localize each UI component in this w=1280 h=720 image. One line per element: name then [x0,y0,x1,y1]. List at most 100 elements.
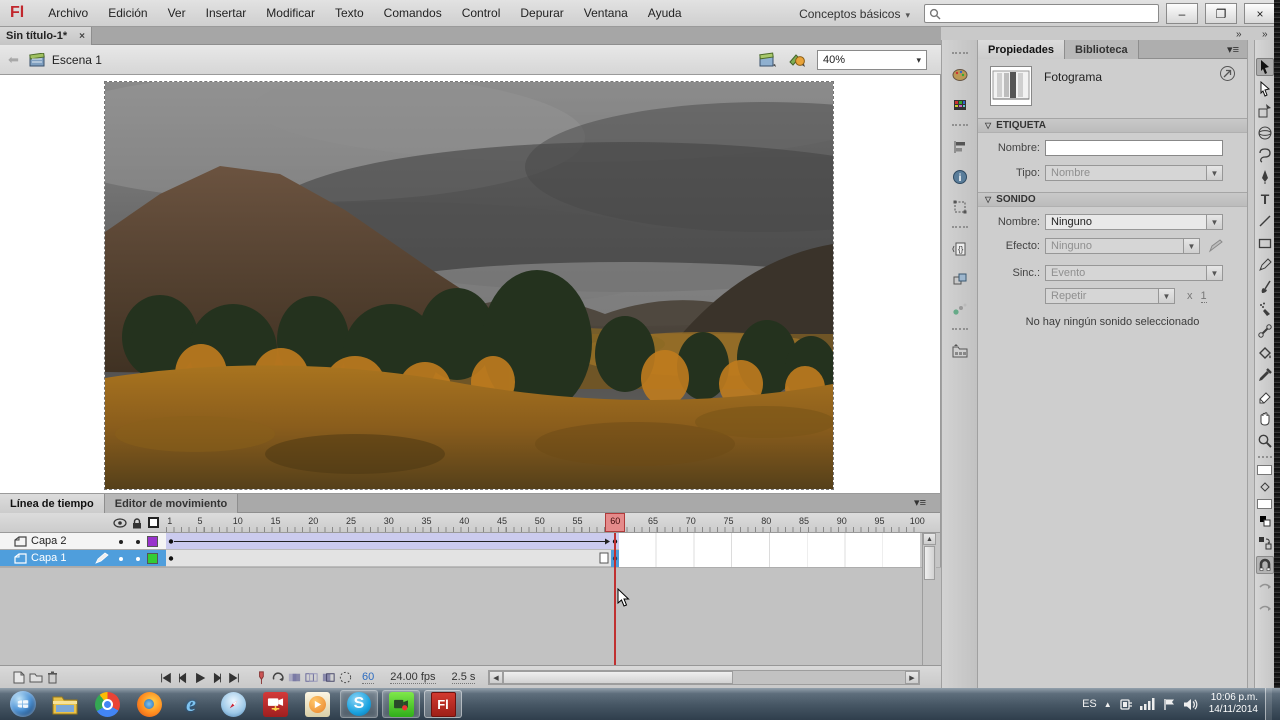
skype-icon[interactable]: S [340,690,378,718]
repeat-times-value[interactable]: 1 [1200,290,1207,303]
tool-option-1[interactable] [1256,578,1274,596]
help-icon[interactable] [1220,66,1235,81]
scrollbar-thumb[interactable] [503,671,733,684]
lasso-tool[interactable] [1256,146,1274,164]
go-first-button[interactable] [157,670,174,686]
etiqueta-nombre-input[interactable] [1045,140,1223,156]
play-button[interactable] [191,670,208,686]
show-desktop-button[interactable] [1265,688,1272,720]
layer-color-swatch[interactable] [147,536,158,547]
motion-presets-panel-icon[interactable] [948,297,972,321]
back-arrow-icon[interactable]: ⬅ [8,52,19,68]
scroll-up-icon[interactable]: ▲ [923,533,936,545]
menu-depurar[interactable]: Depurar [510,0,573,27]
frame-span-capa-2[interactable] [166,533,619,550]
scroll-right-icon[interactable]: ▶ [905,671,919,684]
pencil-tool[interactable] [1256,256,1274,274]
line-tool[interactable] [1256,212,1274,230]
brush-tool[interactable] [1256,278,1274,296]
current-frame-field[interactable]: 60 [362,671,375,684]
layer-row-capa-2[interactable]: Capa 2 [0,533,166,550]
timeline-vertical-scrollbar[interactable]: ▲ [922,533,936,665]
search-input[interactable] [924,4,1159,23]
atube-icon[interactable] [256,690,294,718]
menu-insertar[interactable]: Insertar [196,0,257,27]
layer-row-capa-1[interactable]: Capa 1 [0,550,166,567]
selection-tool[interactable] [1255,58,1274,76]
section-etiqueta[interactable]: ▽ ETIQUETA [978,118,1247,133]
menu-comandos[interactable]: Comandos [374,0,452,27]
firefox-icon[interactable] [130,690,168,718]
snap-magnet-icon[interactable] [1255,556,1274,574]
swap-colors-icon[interactable] [1256,534,1274,552]
onion-outlines-button[interactable] [303,670,320,686]
collapse-tools-icon[interactable]: » [1262,29,1267,40]
eyedropper-tool[interactable] [1256,366,1274,384]
explorer-icon[interactable] [46,690,84,718]
mediaplayer-icon[interactable] [298,690,336,718]
spray-brush-tool[interactable] [1256,300,1274,318]
start-button[interactable] [4,690,42,718]
network-signal-icon[interactable] [1139,698,1156,710]
edit-scene-icon[interactable] [759,52,778,68]
close-button[interactable]: × [1244,3,1276,24]
bone-tool[interactable] [1256,322,1274,340]
menu-edicion[interactable]: Edición [98,0,157,27]
timeline-ruler[interactable]: 1 5 10 15 20 25 30 35 40 45 50 55 60 65 70 75 80 85 90 95 10… [0,494,940,533]
etiqueta-tipo-dropdown[interactable]: Nombre ▼ [1045,165,1223,181]
new-folder-button[interactable] [27,670,44,686]
layer-lock-dot[interactable] [136,557,140,561]
section-sonido[interactable]: ▽ SONIDO [978,192,1247,207]
info-panel-icon[interactable]: i [948,165,972,189]
eraser-tool[interactable] [1256,388,1274,406]
modify-markers-button[interactable] [337,670,354,686]
transform-panel-icon[interactable] [948,195,972,219]
sonido-efecto-dropdown[interactable]: Ninguno ▼ [1045,238,1200,254]
subselection-tool[interactable] [1256,80,1274,98]
menu-archivo[interactable]: Archivo [38,0,98,27]
safari-icon[interactable] [214,690,252,718]
components-panel-icon[interactable] [948,267,972,291]
text-tool[interactable]: T [1256,190,1274,208]
panel-menu-icon[interactable]: ▾≡ [1227,43,1239,56]
delete-layer-button[interactable] [44,670,61,686]
stroke-color-swatch[interactable] [1257,465,1272,475]
edit-sound-pencil-icon[interactable] [1208,239,1224,253]
pen-tool[interactable] [1256,168,1274,186]
code-snippets-panel-icon[interactable]: {} [948,237,972,261]
fill-color-swatch[interactable] [1257,499,1272,509]
layer-color-swatch[interactable] [147,553,158,564]
edit-multiple-frames-button[interactable] [320,670,337,686]
edit-symbols-icon[interactable] [788,52,807,68]
swatches-panel-icon[interactable] [948,93,972,117]
layer-visibility-dot[interactable] [119,540,123,544]
collapse-panels-icon[interactable]: » [1236,29,1241,40]
workspace-switcher[interactable]: Conceptos básicos ▾ [793,5,916,23]
loop-button[interactable] [269,670,286,686]
action-center-flag-icon[interactable] [1163,698,1176,711]
paint-bucket-tool[interactable] [1256,344,1274,362]
elapsed-time-field[interactable]: 2.5 s [451,671,476,684]
new-layer-button[interactable] [10,670,27,686]
step-back-button[interactable] [174,670,191,686]
menu-ver[interactable]: Ver [158,0,196,27]
language-indicator[interactable]: ES [1082,698,1097,710]
sonido-repetir-dropdown[interactable]: Repetir ▼ [1045,288,1175,304]
free-transform-tool[interactable] [1256,102,1274,120]
rectangle-tool[interactable] [1256,234,1274,252]
zoom-tool[interactable] [1256,432,1274,450]
timeline-empty-area[interactable] [0,567,941,665]
3d-rotation-tool[interactable] [1256,124,1274,142]
scroll-left-icon[interactable]: ◀ [489,671,503,684]
taskbar-clock[interactable]: 10:06 p.m. 14/11/2014 [1209,692,1258,716]
menu-texto[interactable]: Texto [325,0,374,27]
volume-speaker-icon[interactable] [1183,698,1198,711]
power-plug-icon[interactable] [1119,697,1133,711]
color-panel-icon[interactable] [948,63,972,87]
project-panel-icon[interactable] [948,339,972,363]
chrome-icon[interactable] [88,690,126,718]
menu-control[interactable]: Control [452,0,511,27]
tool-option-2[interactable] [1256,600,1274,618]
restore-button[interactable]: ❐ [1205,3,1237,24]
center-frame-button[interactable] [252,670,269,686]
